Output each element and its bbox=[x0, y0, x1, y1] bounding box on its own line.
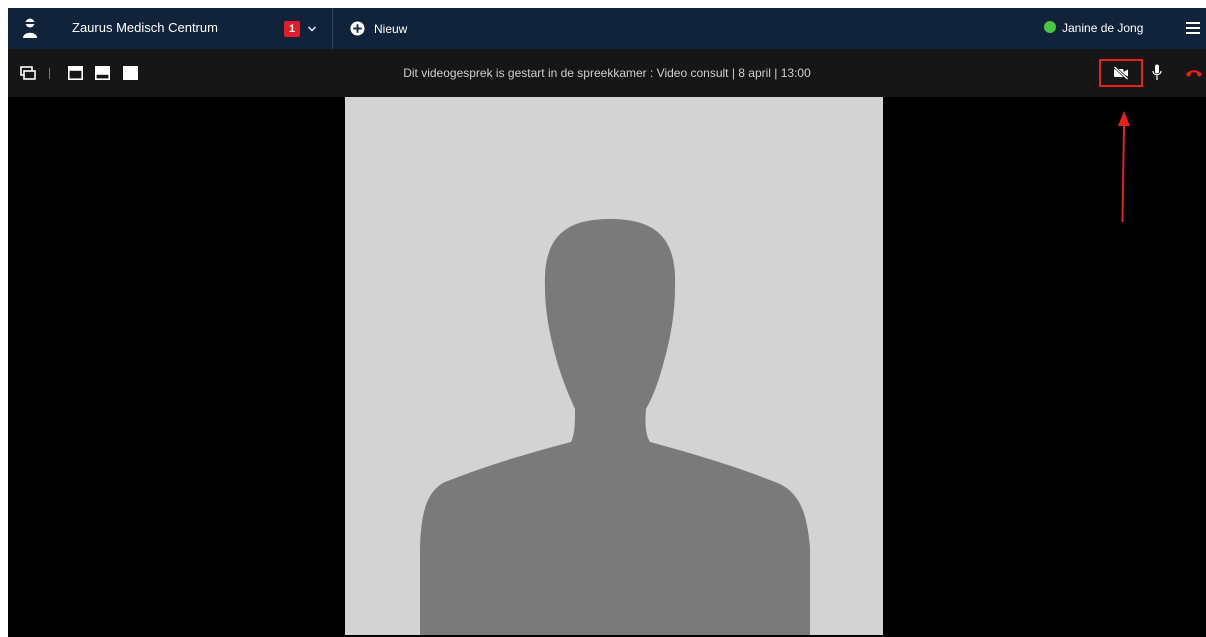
phone-hangup-icon[interactable] bbox=[1185, 68, 1203, 78]
new-button-label: Nieuw bbox=[374, 22, 408, 36]
video-area bbox=[8, 97, 1206, 637]
participant-placeholder-silhouette bbox=[420, 219, 810, 635]
person-icon[interactable] bbox=[22, 17, 38, 39]
organization-name[interactable]: Zaurus Medisch Centrum bbox=[72, 20, 218, 35]
call-toolbar: Dit videogesprek is gestart in de spreek… bbox=[8, 49, 1206, 97]
participant-video-tile bbox=[345, 97, 883, 635]
microphone-icon[interactable] bbox=[1152, 64, 1162, 81]
app-window: Zaurus Medisch Centrum 1 Nieuw Janine de… bbox=[8, 8, 1206, 637]
chevron-down-icon[interactable] bbox=[307, 24, 317, 34]
camera-toggle-highlight bbox=[1099, 59, 1143, 87]
new-button[interactable]: Nieuw bbox=[348, 8, 428, 49]
annotation-arrow-icon bbox=[1118, 111, 1130, 223]
user-name: Janine de Jong bbox=[1062, 21, 1144, 35]
top-navigation-bar: Zaurus Medisch Centrum 1 Nieuw Janine de… bbox=[8, 8, 1206, 49]
divider bbox=[332, 8, 333, 49]
notification-badge[interactable]: 1 bbox=[284, 21, 300, 37]
user-status[interactable]: Janine de Jong bbox=[1042, 8, 1162, 49]
hamburger-menu-icon[interactable] bbox=[1185, 20, 1201, 36]
call-info-text: Dit videogesprek is gestart in de spreek… bbox=[403, 66, 811, 80]
plus-circle-icon bbox=[350, 21, 365, 36]
online-status-indicator bbox=[1044, 21, 1056, 33]
